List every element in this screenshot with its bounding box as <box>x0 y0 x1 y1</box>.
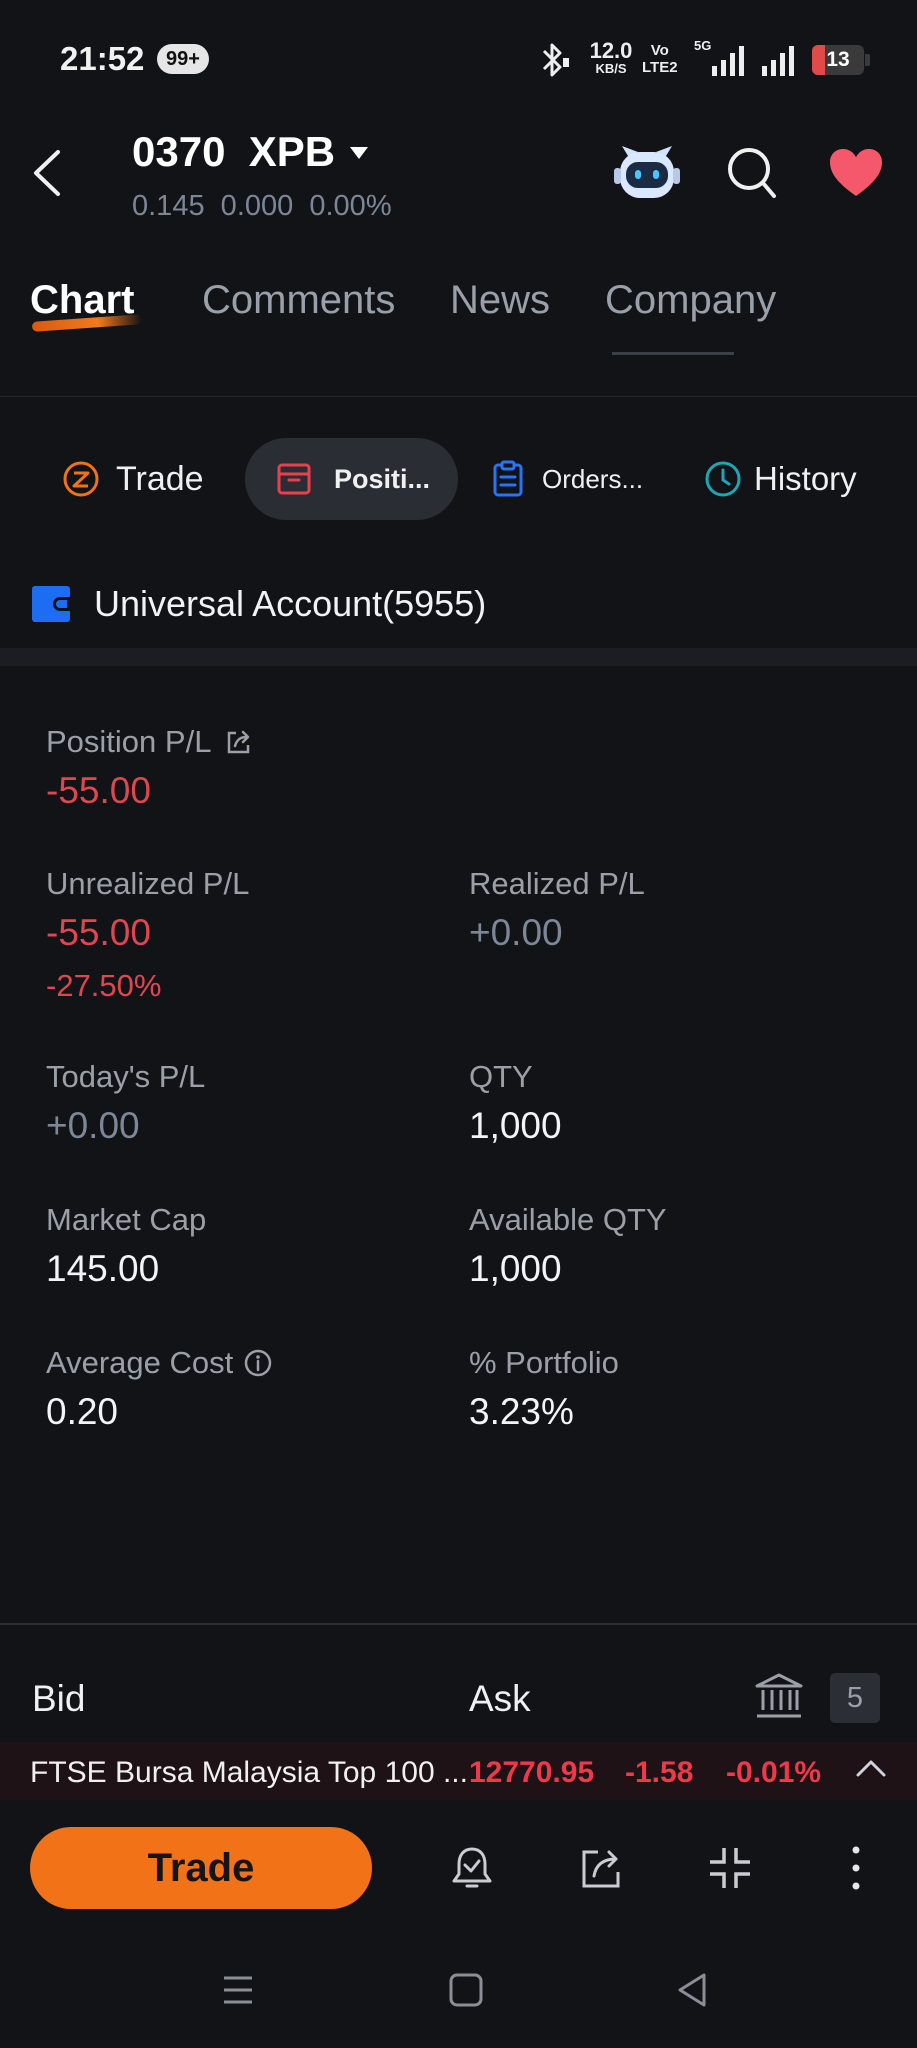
index-change-percent: -0.01% <box>726 1756 822 1789</box>
volte-top: Vo <box>650 42 669 59</box>
notification-badge: 99+ <box>157 44 209 74</box>
ask-label: Ask <box>469 1678 531 1719</box>
network-type: 5G <box>694 38 712 53</box>
back-nav-icon[interactable] <box>672 1970 712 2010</box>
home-nav-icon[interactable] <box>446 1970 486 2010</box>
volte-indicator: Vo LTE2 <box>642 42 678 76</box>
back-icon[interactable] <box>28 148 68 198</box>
market-cap-value: 145.00 <box>46 1248 160 1289</box>
tab-news[interactable]: News <box>450 278 550 323</box>
tab-company[interactable]: Company <box>605 278 776 323</box>
realized-pl-value: +0.00 <box>469 912 563 953</box>
average-cost-label-row: Average Cost <box>46 1345 273 1381</box>
realized-pl-label: Realized P/L <box>469 866 645 901</box>
portfolio-percent-label: % Portfolio <box>469 1345 619 1380</box>
clock-time: 21:52 <box>60 40 145 77</box>
subtab-positions-label: Positi... <box>334 463 431 494</box>
net-speed: 12.0 KB/S <box>585 38 637 76</box>
subtab-positions[interactable]: Positi... <box>276 438 430 520</box>
qty-value: 1,000 <box>469 1105 562 1146</box>
history-icon <box>705 461 741 497</box>
tab-comments[interactable]: Comments <box>202 278 395 323</box>
index-name: FTSE Bursa Malaysia Top 100 ... <box>30 1756 468 1789</box>
share-export-icon[interactable] <box>225 728 253 756</box>
account-selector[interactable]: Universal Account(5955) <box>32 583 487 624</box>
trade-icon <box>63 461 99 497</box>
dropdown-caret-icon[interactable] <box>348 145 370 161</box>
average-cost-label: Average Cost <box>46 1345 234 1380</box>
subtab-history-label: History <box>754 460 857 497</box>
battery-tip <box>865 54 870 66</box>
bluetooth-icon <box>542 43 569 77</box>
market-cap-label: Market Cap <box>46 1202 207 1237</box>
qty-label: QTY <box>469 1059 533 1094</box>
subtab-trade-label: Trade <box>116 459 204 498</box>
depth-level-badge[interactable]: 5 <box>830 1673 880 1723</box>
price-line: 0.145 0.000 0.00% <box>132 190 392 222</box>
available-qty-value: 1,000 <box>469 1248 562 1289</box>
robot-assistant-icon[interactable] <box>614 142 680 204</box>
bid-label: Bid <box>32 1678 86 1719</box>
menu-nav-icon[interactable] <box>218 1970 258 2010</box>
portfolio-percent-value: 3.23% <box>469 1391 574 1432</box>
price-alert-icon[interactable] <box>448 1844 496 1892</box>
position-pl-value: -55.00 <box>46 770 151 811</box>
unrealized-pl-value: -55.00 <box>46 912 151 953</box>
subtab-orders[interactable]: Orders... <box>492 438 643 520</box>
signal-strength-icon-sim1 <box>712 46 744 76</box>
account-label: Universal Account(5955) <box>94 583 487 624</box>
section-divider <box>0 648 917 666</box>
search-icon[interactable] <box>726 146 778 202</box>
position-pl-label-row: Position P/L <box>46 724 253 760</box>
positions-icon <box>277 463 311 495</box>
wallet-icon <box>32 586 70 622</box>
stock-title[interactable]: 0370 XPB <box>132 128 335 176</box>
net-speed-unit: KB/S <box>595 61 627 76</box>
signal-strength-icon-sim2 <box>762 46 794 76</box>
available-qty-label: Available QTY <box>469 1202 667 1237</box>
more-options-icon[interactable] <box>832 1844 880 1892</box>
bid-ask-divider <box>0 1623 917 1625</box>
chevron-up-icon[interactable] <box>854 1756 888 1780</box>
index-change: -1.58 <box>625 1756 694 1789</box>
subtab-orders-label: Orders... <box>542 463 644 494</box>
position-pl-label: Position P/L <box>46 724 212 759</box>
net-speed-value: 12.0 <box>589 38 633 63</box>
todays-pl-label: Today's P/L <box>46 1059 206 1094</box>
average-cost-value: 0.20 <box>46 1391 119 1432</box>
volte-bottom: LTE2 <box>642 59 678 76</box>
todays-pl-value: +0.00 <box>46 1105 140 1146</box>
share-icon[interactable] <box>578 1844 626 1892</box>
info-icon[interactable] <box>243 1348 273 1378</box>
unrealized-pl-label: Unrealized P/L <box>46 866 250 901</box>
status-bar: 21:52 99+ 12.0 KB/S Vo LTE2 5G 13 <box>0 0 917 110</box>
battery-level: 13 <box>826 48 850 71</box>
bank-exchange-icon[interactable] <box>754 1672 804 1720</box>
trade-button[interactable]: Trade <box>30 1827 372 1909</box>
tabs-divider <box>0 396 917 397</box>
battery-icon: 13 <box>812 45 864 75</box>
unrealized-pl-percent: -27.50% <box>46 968 162 1003</box>
subtab-history[interactable]: History <box>704 438 857 520</box>
orders-icon <box>493 460 523 497</box>
subtab-trade[interactable]: Trade <box>62 438 204 520</box>
tab-company-underline <box>612 352 734 355</box>
index-value: 12770.95 <box>469 1756 595 1789</box>
favorite-heart-icon[interactable] <box>828 148 884 198</box>
collapse-fullscreen-icon[interactable] <box>706 1844 754 1892</box>
